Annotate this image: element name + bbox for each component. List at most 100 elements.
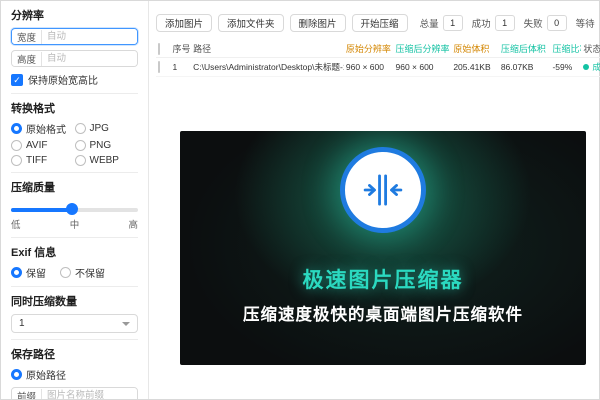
- select-all-checkbox[interactable]: [158, 43, 160, 55]
- settings-sidebar: 分辨率 宽度 高度 ✓ 保持原始宽高比 转换格式 原始格式 JPG: [1, 1, 149, 399]
- exif-section-title: Exif 信息: [11, 244, 138, 260]
- slider-fill: [11, 208, 72, 212]
- preview-banner: 极速图片压缩器 压缩速度极快的桌面端图片压缩软件: [180, 131, 586, 365]
- format-option-label: PNG: [90, 140, 112, 151]
- save-option-original-path[interactable]: 原始路径: [11, 367, 138, 382]
- stat-value: 1: [495, 15, 515, 31]
- stat-label: 失败: [524, 16, 543, 30]
- header-compressed-resolution: 压缩后分辨率: [393, 40, 451, 58]
- quality-slider[interactable]: [11, 203, 138, 215]
- save-option-label: 原始路径: [26, 367, 66, 382]
- exif-option-discard[interactable]: 不保留: [60, 265, 105, 280]
- concurrency-section-title: 同时压缩数量: [11, 293, 138, 309]
- format-option-original[interactable]: 原始格式: [11, 121, 75, 136]
- radio-icon: [60, 267, 71, 278]
- compress-logo-icon: [340, 147, 426, 233]
- main-panel: 添加图片 添加文件夹 删除图片 开始压缩 总量 1 成功 1 失败 0: [149, 1, 600, 399]
- add-images-button[interactable]: 添加图片: [156, 14, 212, 32]
- format-option-label: AVIF: [26, 140, 47, 151]
- cell-original-resolution: 960 × 600: [344, 58, 394, 77]
- header-compressed-size: 压缩后体积: [499, 40, 551, 58]
- format-section-title: 转换格式: [11, 100, 138, 116]
- width-input-group: 宽度: [11, 28, 138, 45]
- slider-handle[interactable]: [66, 203, 78, 215]
- header-original-size: 原始体积: [451, 40, 499, 58]
- table-header-row: 序号 路径 原始分辨率 压缩后分辨率 原始体积 压缩后体积 压缩比率 状态: [156, 40, 600, 58]
- radio-icon: [11, 140, 22, 151]
- divider: [11, 172, 138, 173]
- stat-label: 成功: [472, 16, 491, 30]
- prefix-input[interactable]: [42, 388, 137, 399]
- row-checkbox[interactable]: [158, 61, 160, 73]
- cell-compressed-size: 86.07KB: [499, 58, 551, 77]
- header-compression-ratio: 压缩比率: [550, 40, 581, 58]
- format-option-label: JPG: [90, 123, 109, 134]
- stat-value: 1: [443, 15, 463, 31]
- concurrency-value: 1: [19, 318, 25, 329]
- cell-original-size: 205.41KB: [451, 58, 499, 77]
- prefix-input-group: 前缀: [11, 387, 138, 399]
- radio-icon: [11, 369, 22, 380]
- height-input-group: 高度: [11, 50, 138, 67]
- height-input[interactable]: [42, 51, 137, 66]
- radio-icon: [75, 123, 86, 134]
- format-option-label: TIFF: [26, 155, 47, 166]
- radio-icon: [75, 140, 86, 151]
- cell-seq: 1: [170, 58, 191, 77]
- radio-icon: [75, 155, 86, 166]
- delete-images-button[interactable]: 删除图片: [290, 14, 346, 32]
- cell-path: C:\Users\Administrator\Desktop\未标题-1.jpg: [191, 58, 344, 77]
- keep-aspect-ratio-label: 保持原始宽高比: [28, 72, 98, 87]
- divider: [11, 237, 138, 238]
- concurrency-select[interactable]: 1: [11, 314, 138, 333]
- chevron-down-icon: [122, 322, 130, 326]
- preview-app-title: 极速图片压缩器: [180, 264, 586, 294]
- add-folder-button[interactable]: 添加文件夹: [218, 14, 284, 32]
- app-window: 分辨率 宽度 高度 ✓ 保持原始宽高比 转换格式 原始格式 JPG: [0, 0, 600, 400]
- format-options: 原始格式 JPG AVIF PNG TIFF WEBP: [11, 121, 138, 166]
- divider: [11, 339, 138, 340]
- table-row[interactable]: 1 C:\Users\Administrator\Desktop\未标题-1.j…: [156, 58, 600, 77]
- width-input[interactable]: [42, 29, 137, 44]
- stat-label: 等待: [576, 16, 595, 30]
- format-option-avif[interactable]: AVIF: [11, 140, 75, 151]
- format-option-png[interactable]: PNG: [75, 140, 139, 151]
- format-option-label: WEBP: [90, 155, 119, 166]
- header-original-resolution: 原始分辨率: [344, 40, 394, 58]
- exif-option-label: 保留: [26, 265, 46, 280]
- toolbar: 添加图片 添加文件夹 删除图片 开始压缩 总量 1 成功 1 失败 0: [156, 14, 600, 32]
- file-table: 序号 路径 原始分辨率 压缩后分辨率 原始体积 压缩后体积 压缩比率 状态 1 …: [156, 40, 600, 77]
- stat-success: 成功 1: [472, 15, 515, 31]
- header-status: 状态: [581, 40, 600, 58]
- checkbox-checked-icon[interactable]: ✓: [11, 74, 23, 86]
- status-text: 成功: [592, 61, 600, 73]
- stats-bar: 总量 1 成功 1 失败 0 等待 0: [420, 15, 600, 31]
- divider: [11, 93, 138, 94]
- keep-aspect-ratio-checkbox-row[interactable]: ✓ 保持原始宽高比: [11, 72, 138, 87]
- format-option-tiff[interactable]: TIFF: [11, 155, 75, 166]
- quality-label-high: 高: [128, 217, 138, 231]
- compress-arrows-icon: [357, 164, 409, 216]
- prefix-label: 前缀: [12, 389, 42, 400]
- format-option-webp[interactable]: WEBP: [75, 155, 139, 166]
- cell-compressed-resolution: 960 × 600: [393, 58, 451, 77]
- radio-icon: [11, 123, 22, 134]
- exif-option-keep[interactable]: 保留: [11, 265, 46, 280]
- stat-failed: 失败 0: [524, 15, 567, 31]
- status-badge: 成功: [583, 61, 600, 73]
- status-dot-icon: [583, 64, 589, 70]
- width-label: 宽度: [12, 30, 42, 44]
- header-seq: 序号: [170, 40, 191, 58]
- format-option-jpg[interactable]: JPG: [75, 121, 139, 136]
- stat-value: 0: [547, 15, 567, 31]
- save-path-section-title: 保存路径: [11, 346, 138, 362]
- resolution-section-title: 分辨率: [11, 7, 138, 23]
- quality-slider-labels: 低 中 高: [11, 217, 138, 231]
- quality-section-title: 压缩质量: [11, 179, 138, 195]
- start-compress-button[interactable]: 开始压缩: [352, 14, 408, 32]
- radio-icon: [11, 155, 22, 166]
- exif-options: 保留 不保留: [11, 265, 138, 280]
- stat-label: 总量: [420, 16, 439, 30]
- stat-waiting: 等待 0: [576, 15, 600, 31]
- divider: [11, 286, 138, 287]
